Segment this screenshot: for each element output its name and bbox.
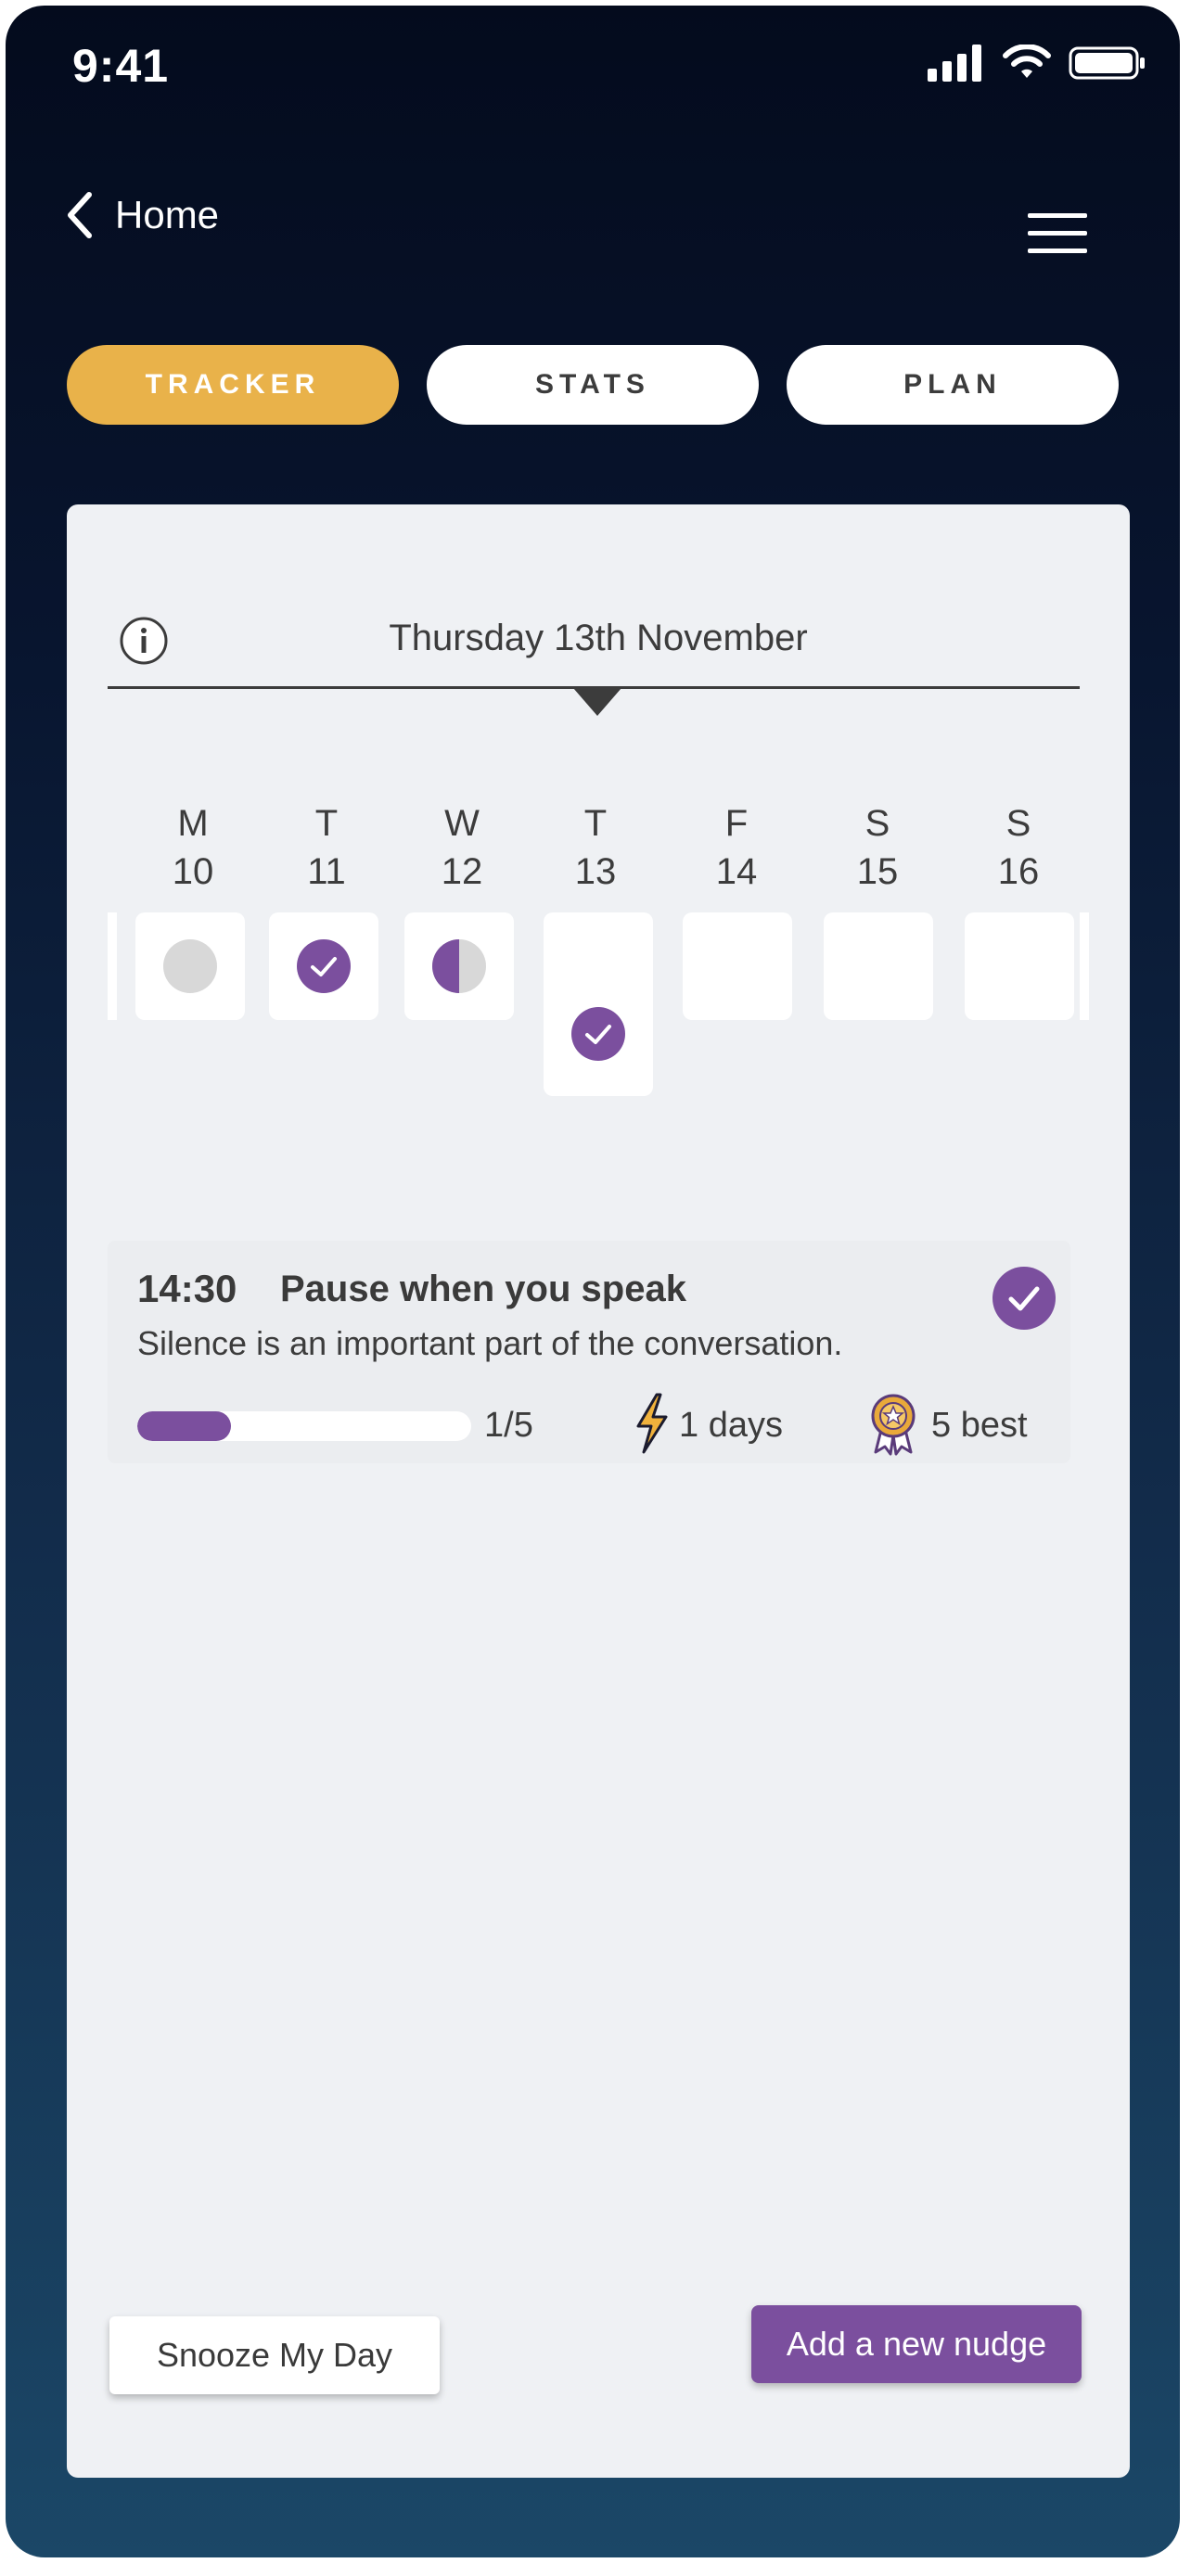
status-icons — [928, 45, 1146, 82]
strip-edge-left — [108, 912, 117, 1020]
missed-dot-icon — [163, 939, 217, 993]
day-label-sun: S 16 — [997, 803, 1040, 892]
award-medal-icon — [871, 1394, 916, 1456]
day-box-sat[interactable] — [824, 912, 933, 1020]
progress-fill — [137, 1411, 231, 1441]
wifi-icon — [1003, 45, 1051, 78]
strip-edge-right — [1080, 912, 1089, 1020]
snooze-my-day-button[interactable]: Snooze My Day — [109, 2316, 440, 2394]
nudge-description: Silence is an important part of the conv… — [137, 1324, 843, 1362]
date-title: Thursday 13th November — [389, 618, 808, 658]
hamburger-menu-icon[interactable] — [1028, 213, 1087, 260]
day-label-sat: S 15 — [856, 803, 899, 892]
back-button[interactable]: Home — [63, 191, 219, 239]
tab-tracker[interactable]: TRACKER — [67, 345, 399, 425]
day-box-wed[interactable] — [404, 912, 514, 1020]
nudge-item[interactable]: 14:30 Pause when you speak Silence is an… — [108, 1241, 1070, 1463]
half-circle-icon — [432, 939, 486, 993]
streak-label: 1 days — [679, 1406, 783, 1445]
day-label-fri: F 14 — [715, 803, 758, 892]
back-label: Home — [115, 193, 220, 236]
day-label-mon: M 10 — [172, 803, 214, 892]
tab-stats[interactable]: STATS — [427, 345, 759, 425]
nudge-time: 14:30 — [137, 1267, 237, 1310]
progress-bar — [137, 1411, 471, 1441]
week-day-strip — [67, 912, 1130, 1135]
add-new-nudge-button[interactable]: Add a new nudge — [751, 2305, 1082, 2383]
day-label-tue: T 11 — [307, 803, 346, 892]
chevron-left-icon — [68, 192, 92, 238]
day-label-thu: T 13 — [574, 803, 617, 892]
tracker-card: Thursday 13th November M 10 T 11 W 12 T … — [67, 504, 1130, 2478]
day-box-thu-today[interactable] — [544, 912, 653, 1096]
check-circle-icon[interactable] — [992, 1267, 1056, 1330]
tab-plan[interactable]: PLAN — [787, 345, 1119, 425]
day-box-sun[interactable] — [965, 912, 1074, 1020]
day-box-fri[interactable] — [683, 912, 792, 1020]
phone-screen: 9:41 Home TRACKER STATS PLAN Thursday 13… — [6, 6, 1180, 2557]
best-label: 5 best — [931, 1406, 1028, 1445]
nudge-title: Pause when you speak — [280, 1269, 686, 1309]
battery-icon — [1069, 46, 1145, 80]
status-time: 9:41 — [72, 40, 170, 92]
progress-label: 1/5 — [484, 1406, 533, 1445]
day-label-wed: W 12 — [441, 803, 483, 892]
check-circle-icon — [571, 1007, 625, 1061]
date-pointer — [573, 688, 621, 716]
day-box-tue[interactable] — [269, 912, 378, 1020]
signal-icon — [928, 45, 981, 82]
tab-bar: TRACKER STATS PLAN — [67, 345, 1119, 425]
check-circle-icon — [297, 939, 351, 993]
lightning-icon — [636, 1393, 668, 1454]
day-box-mon[interactable] — [135, 912, 245, 1020]
